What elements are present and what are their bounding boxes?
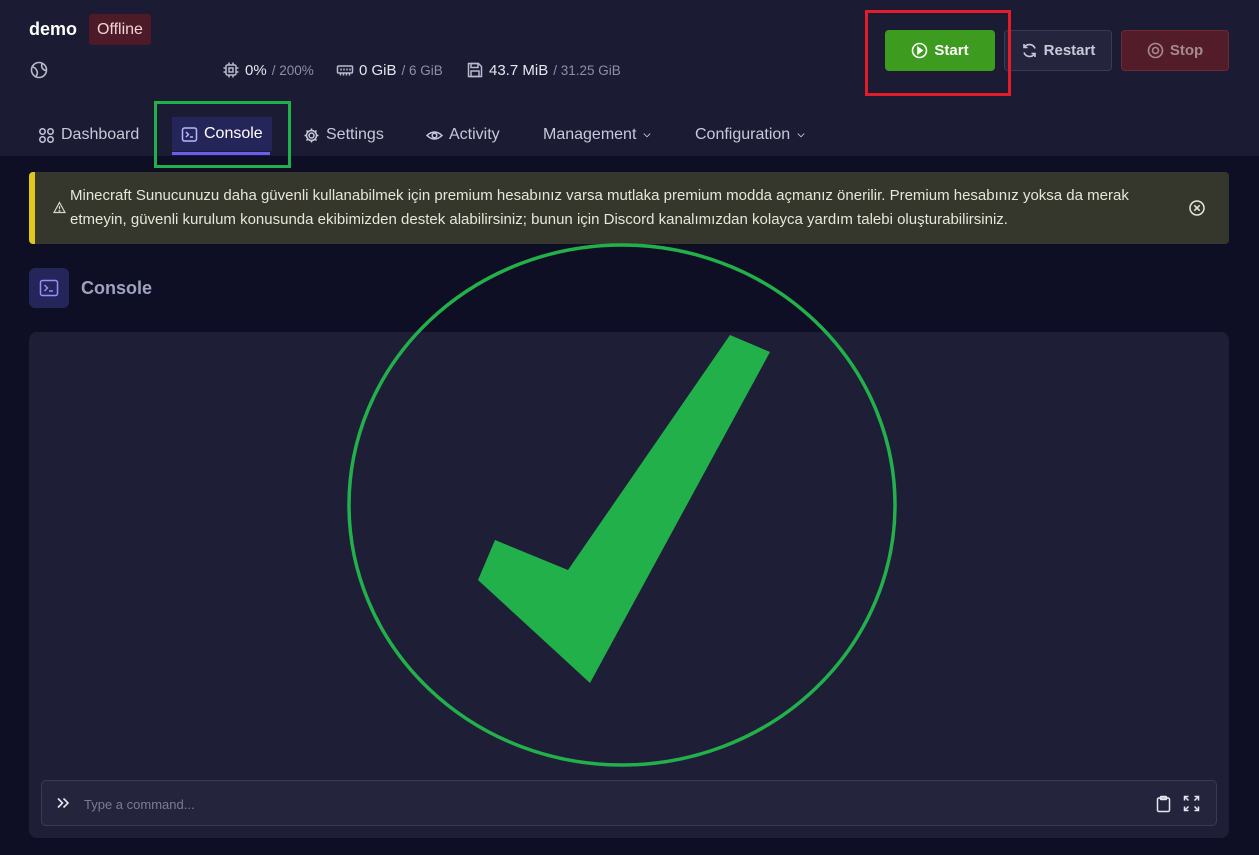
chevron-down-icon bbox=[797, 133, 805, 138]
start-highlight-box bbox=[865, 10, 1011, 96]
chevron-down-icon bbox=[643, 133, 651, 138]
server-header: demo Offline 0% / 200% 0 GiB / 6 GiB 43.… bbox=[0, 0, 1259, 168]
console-title: Console bbox=[81, 278, 153, 298]
server-name: demo bbox=[29, 19, 78, 39]
tab-dashboard[interactable]: Dashboard bbox=[38, 118, 139, 152]
save-icon bbox=[467, 62, 483, 78]
tab-settings[interactable]: Settings bbox=[303, 118, 384, 152]
expand-icon[interactable] bbox=[1183, 795, 1200, 812]
gear-icon bbox=[304, 128, 319, 142]
memory-stat: 0 GiB / 6 GiB bbox=[336, 60, 443, 80]
restart-button[interactable]: Restart bbox=[1004, 30, 1112, 71]
stop-icon bbox=[1147, 42, 1164, 59]
disk-value: 43.7 MiB bbox=[489, 61, 549, 79]
console-heading-icon bbox=[29, 268, 69, 308]
tab-management[interactable]: Management bbox=[543, 118, 652, 152]
clipboard-icon[interactable] bbox=[1155, 795, 1172, 813]
stop-label: Stop bbox=[1169, 42, 1204, 59]
status-badge: Offline bbox=[89, 14, 151, 45]
cpu-icon bbox=[223, 62, 239, 78]
command-input[interactable] bbox=[82, 791, 1136, 817]
memory-icon bbox=[336, 65, 354, 76]
tab-dashboard-label: Dashboard bbox=[61, 126, 140, 143]
restart-label: Restart bbox=[1043, 42, 1096, 59]
alert-message: Minecraft Sunucunuzu daha güvenli kullan… bbox=[70, 187, 1129, 228]
cpu-limit: / 200% bbox=[271, 62, 314, 78]
tab-settings-label: Settings bbox=[326, 126, 384, 143]
globe-icon bbox=[30, 61, 48, 79]
chevrons-right-icon bbox=[57, 797, 70, 809]
refresh-icon bbox=[1022, 43, 1036, 58]
close-icon[interactable] bbox=[1188, 199, 1206, 217]
tab-activity[interactable]: Activity bbox=[426, 118, 500, 152]
console-tab-highlight-box bbox=[154, 101, 291, 168]
grid-icon bbox=[39, 127, 54, 143]
tab-configuration[interactable]: Configuration bbox=[695, 118, 806, 152]
memory-limit: / 6 GiB bbox=[401, 62, 443, 78]
tab-management-label: Management bbox=[543, 126, 637, 143]
eye-icon bbox=[426, 130, 443, 140]
disk-stat: 43.7 MiB / 31.25 GiB bbox=[466, 60, 621, 80]
terminal-icon bbox=[39, 279, 59, 297]
warning-icon bbox=[53, 201, 66, 214]
cpu-stat: 0% / 200% bbox=[222, 60, 314, 80]
command-bar bbox=[41, 780, 1217, 826]
premium-alert: Minecraft Sunucunuzu daha güvenli kullan… bbox=[29, 172, 1229, 244]
tab-configuration-label: Configuration bbox=[695, 126, 791, 143]
disk-limit: / 31.25 GiB bbox=[553, 62, 621, 78]
console-output[interactable] bbox=[29, 332, 1229, 838]
tab-activity-label: Activity bbox=[449, 126, 500, 143]
cpu-value: 0% bbox=[245, 61, 267, 79]
memory-value: 0 GiB bbox=[359, 61, 397, 79]
stop-button[interactable]: Stop bbox=[1121, 30, 1229, 71]
